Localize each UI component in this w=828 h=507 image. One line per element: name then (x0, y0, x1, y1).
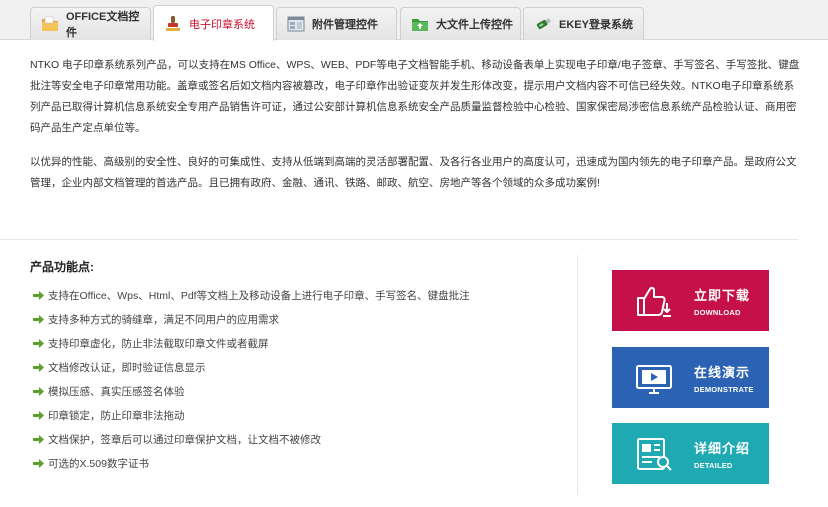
folder-icon (41, 15, 59, 33)
tab-label: OFFICE文档控件 (66, 11, 140, 39)
feature-item: 支持印章虚化，防止非法截取印章文件或者截屏 (33, 331, 470, 355)
green-arrow-icon (33, 338, 44, 348)
feature-item: 模拟压感、真实压感签名体验 (33, 379, 470, 403)
tab-office-control[interactable]: OFFICE文档控件 (30, 7, 151, 40)
green-arrow-icon (33, 290, 44, 300)
features-list: 支持在Office、Wps、Html、Pdf等文档上及移动设备上进行电子印章、手… (33, 283, 470, 475)
product-intro: NTKO 电子印章系统系列产品，可以支持在MS Office、WPS、WEB、P… (30, 55, 800, 207)
feature-item: 文档修改认证，即时验证信息显示 (33, 355, 470, 379)
feature-text: 印章锁定，防止印章非法拖动 (48, 409, 185, 422)
download-button[interactable]: 立即下载 DOWNLOAD (612, 270, 769, 331)
demo-label: 在线演示 (694, 364, 751, 380)
stamp-icon (164, 15, 182, 33)
feature-item: 支持多种方式的骑缝章，满足不同用户的应用需求 (33, 307, 470, 331)
feature-item: 文档保护，签章后可以通过印章保护文档，让文档不被修改 (33, 427, 470, 451)
green-arrow-icon (33, 362, 44, 372)
feature-text: 支持印章虚化，防止非法截取印章文件或者截屏 (48, 337, 269, 350)
attachment-window-icon (287, 15, 305, 33)
feature-item: 支持在Office、Wps、Html、Pdf等文档上及移动设备上进行电子印章、手… (33, 283, 470, 307)
tab-attachment-control[interactable]: 附件管理控件 (276, 7, 397, 40)
download-sublabel: DOWNLOAD (694, 307, 741, 317)
tab-large-file-upload[interactable]: 大文件上传控件 (400, 7, 521, 40)
green-arrow-icon (33, 410, 44, 420)
features-title: 产品功能点: (30, 260, 94, 274)
demo-sublabel: DEMONSTRATE (694, 384, 754, 394)
feature-text: 支持多种方式的骑缝章，满足不同用户的应用需求 (48, 313, 279, 326)
tab-label: 电子印章系统 (189, 18, 255, 31)
upload-folder-icon (411, 15, 429, 33)
thumbs-up-download-icon (634, 281, 674, 321)
column-divider (577, 255, 578, 495)
feature-text: 可选的X.509数字证书 (48, 457, 149, 470)
feature-text: 模拟压感、真实压感签名体验 (48, 385, 185, 398)
download-label: 立即下载 (694, 287, 751, 303)
tab-label: 大文件上传控件 (436, 19, 513, 31)
green-arrow-icon (33, 434, 44, 444)
feature-text: 文档保护，签章后可以通过印章保护文档，让文档不被修改 (48, 433, 321, 446)
feature-item: 可选的X.509数字证书 (33, 451, 470, 475)
feature-item: 印章锁定，防止印章非法拖动 (33, 403, 470, 427)
online-demo-button[interactable]: 在线演示 DEMONSTRATE (612, 347, 769, 408)
detailed-intro-button[interactable]: 详细介绍 DETAILED (612, 423, 769, 484)
tab-label: 附件管理控件 (312, 19, 378, 31)
tab-ekey-login[interactable]: EKEY登录系统 (523, 7, 644, 40)
tab-label: EKEY登录系统 (559, 19, 633, 31)
green-arrow-icon (33, 386, 44, 396)
green-arrow-icon (33, 314, 44, 324)
tab-e-seal-system[interactable]: 电子印章系统 (153, 5, 274, 41)
detail-sublabel: DETAILED (694, 460, 733, 470)
intro-paragraph: 以优异的性能、高级别的安全性、良好的可集成性、支持从低端到高端的灵活部署配置、及… (30, 156, 797, 189)
document-search-icon (634, 434, 674, 474)
intro-paragraph: NTKO 电子印章系统系列产品，可以支持在MS Office、WPS、WEB、P… (30, 59, 800, 134)
feature-text: 文档修改认证，即时验证信息显示 (48, 361, 206, 374)
detail-label: 详细介绍 (694, 440, 751, 456)
green-arrow-icon (33, 458, 44, 468)
monitor-play-icon (634, 358, 674, 398)
section-divider (0, 239, 798, 240)
usb-key-icon (534, 15, 552, 33)
product-tab-bar: OFFICE文档控件 电子印章系统 附件管理控件 大文件上传控件 EKEY登录系… (0, 0, 828, 41)
feature-text: 支持在Office、Wps、Html、Pdf等文档上及移动设备上进行电子印章、手… (48, 289, 470, 302)
